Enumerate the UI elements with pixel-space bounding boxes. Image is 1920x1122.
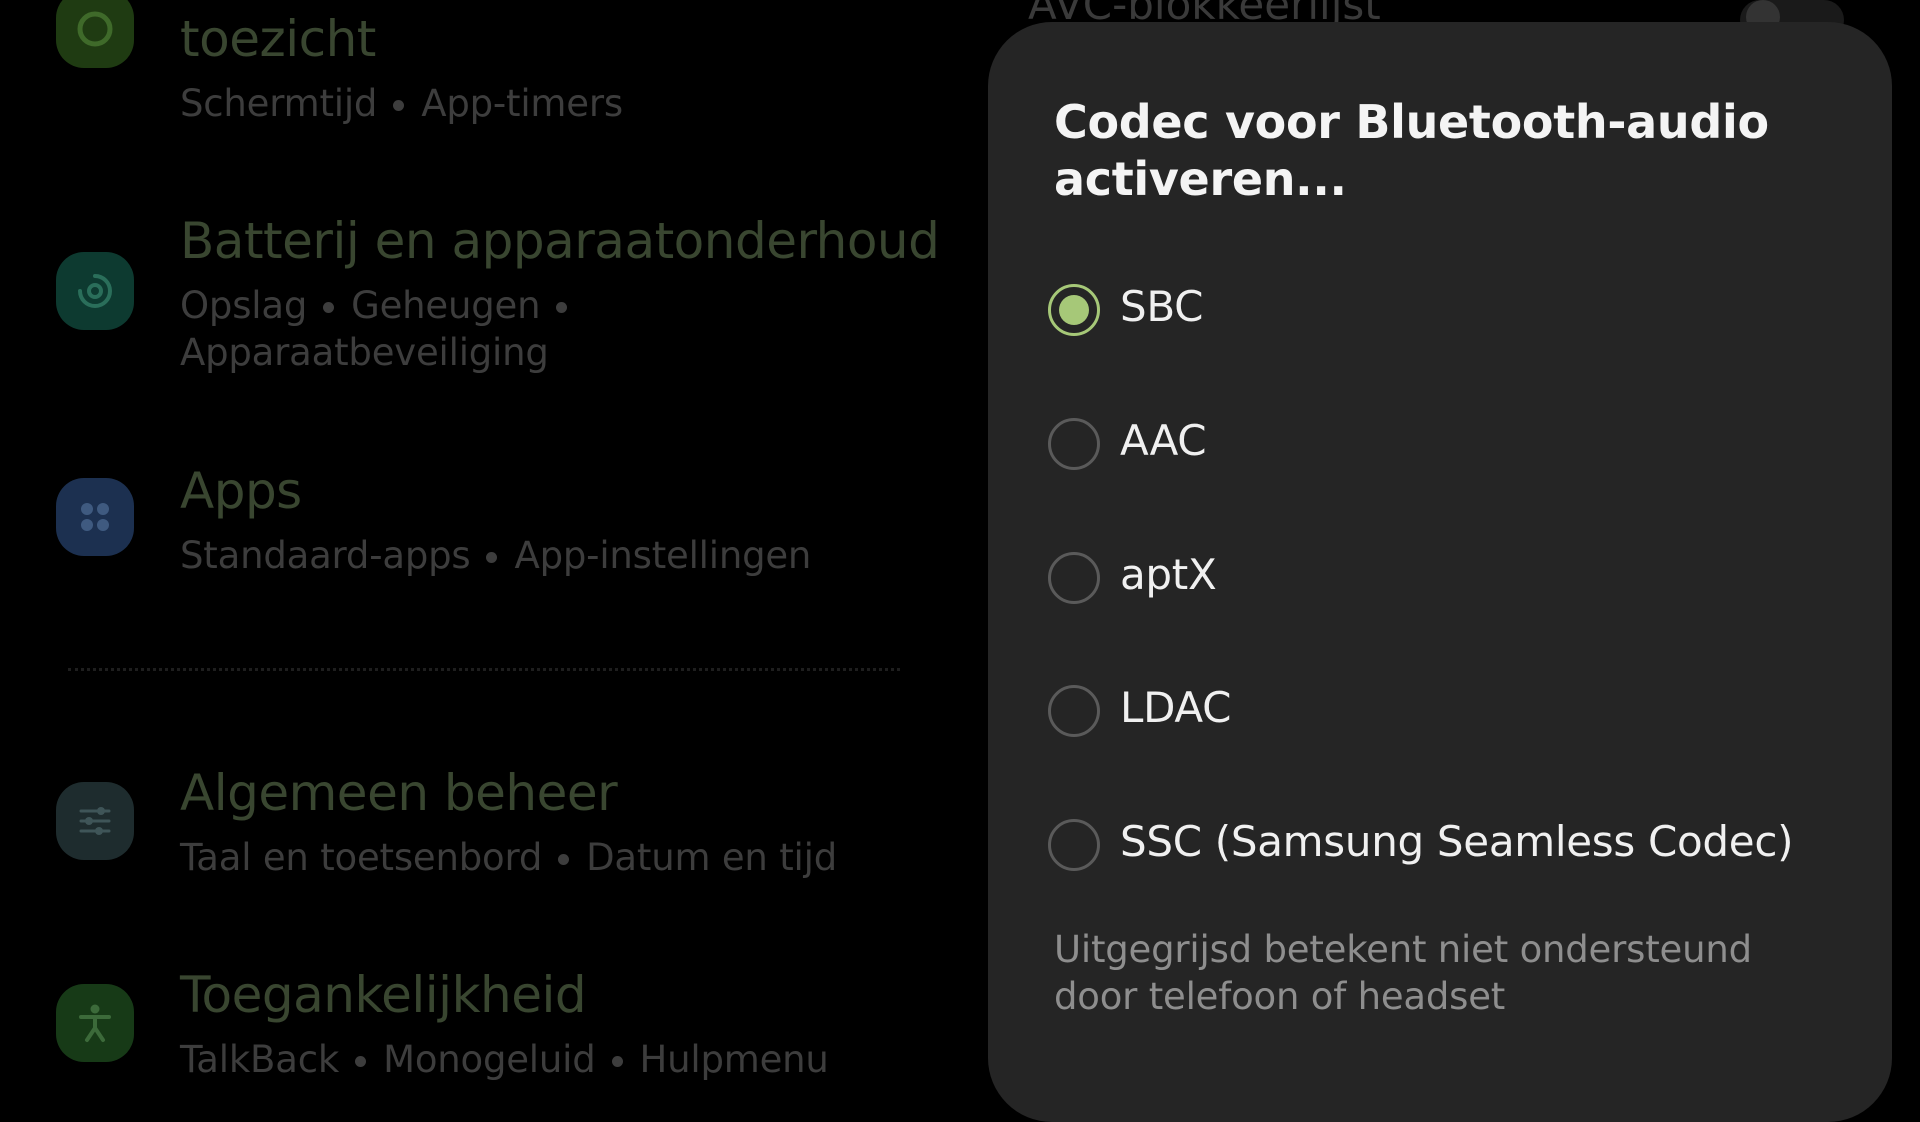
option-label: SBC [1120, 282, 1204, 331]
codec-option-ldac[interactable]: LDAC [1048, 665, 1848, 761]
settings-item-title: Apps [180, 462, 302, 520]
accessibility-icon [56, 984, 134, 1062]
section-divider [68, 668, 900, 671]
radio-button[interactable] [1048, 418, 1100, 470]
radio-button[interactable] [1048, 685, 1100, 737]
radio-button-selected[interactable] [1048, 284, 1100, 336]
settings-item-subtitle: Taal en toetsenbord Datum en tijd [180, 836, 837, 879]
settings-list: AVC-blokkeerlijst toezicht Schermtijd App… [0, 0, 1844, 1081]
codec-option-sbc[interactable]: SBC [1048, 264, 1848, 360]
settings-item-title: toezicht [180, 10, 376, 68]
codec-option-aac[interactable]: AAC [1048, 398, 1848, 494]
settings-item-subtitle: TalkBack Monogeluid Hulpmenu [180, 1038, 829, 1081]
settings-item-subtitle: Opslag Geheugen Apparaatbeveiliging [180, 282, 920, 376]
settings-item-subtitle: Standaard-apps App-instellingen [180, 534, 812, 577]
codec-dialog: Codec voor Bluetooth-audio activeren... … [988, 22, 1892, 1122]
option-label: SSC (Samsung Seamless Codec) [1120, 817, 1794, 866]
settings-item-title: Batterij en apparaatonderhoud [180, 212, 940, 270]
radio-button[interactable] [1048, 819, 1100, 871]
settings-item-title: Algemeen beheer [180, 764, 618, 822]
apps-grid-icon [56, 478, 134, 556]
radio-button[interactable] [1048, 552, 1100, 604]
sliders-icon [56, 782, 134, 860]
dialog-note: Uitgegrijsd betekent niet ondersteund do… [1054, 928, 1752, 1018]
codec-option-ssc[interactable]: SSC (Samsung Seamless Codec) [1048, 799, 1848, 895]
digital-wellbeing-icon [56, 0, 134, 68]
settings-item-subtitle: Schermtijd App-timers [180, 82, 623, 125]
option-label: LDAC [1120, 683, 1232, 732]
option-label: aptX [1120, 550, 1217, 599]
dialog-title: Codec voor Bluetooth-audio activeren... [1054, 95, 1769, 206]
device-care-icon [56, 252, 134, 330]
codec-option-aptx[interactable]: aptX [1048, 532, 1848, 628]
settings-item-title: Toegankelijkheid [180, 966, 587, 1024]
option-label: AAC [1120, 416, 1207, 465]
